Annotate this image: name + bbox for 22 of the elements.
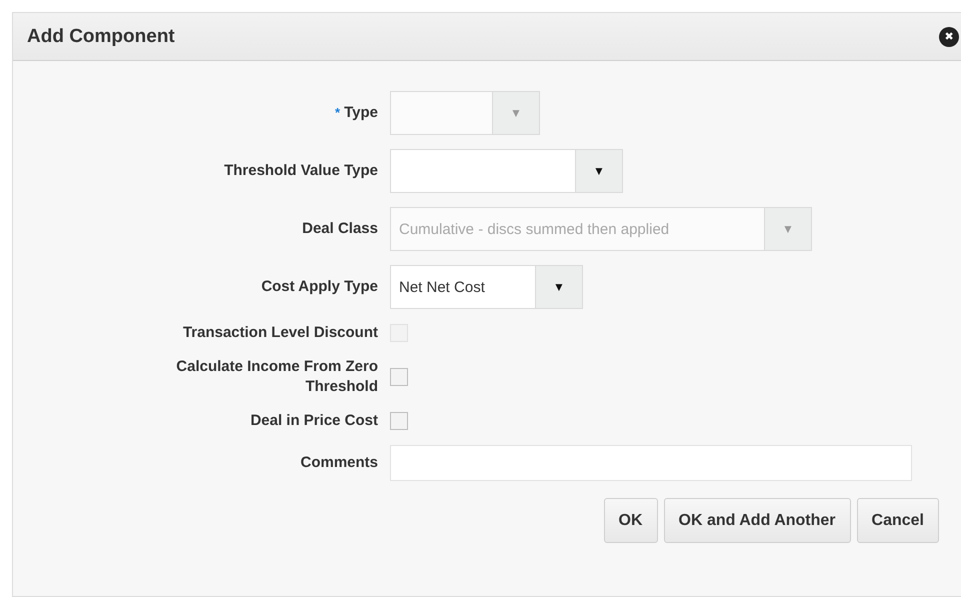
dialog-title: Add Component — [27, 26, 175, 48]
field-label: Calculate Income From Zero Threshold — [175, 357, 378, 397]
field-label: * Type — [335, 103, 378, 123]
field-label: Threshold Value Type — [224, 161, 378, 181]
field-label: Comments — [300, 453, 378, 473]
checkbox[interactable] — [390, 412, 408, 430]
caret-icon: ▼ — [553, 280, 565, 294]
field-label: Cost Apply Type — [261, 277, 378, 297]
caret-icon: ▼ — [782, 222, 794, 236]
close-button[interactable]: ✖ — [939, 26, 959, 46]
dialog-button[interactable]: OK and Add Another — [664, 498, 851, 543]
dropdown-field[interactable]: Net Net Cost ▼ — [390, 265, 583, 309]
comments-field[interactable] — [390, 445, 912, 481]
field-label: Deal Class — [302, 219, 378, 239]
dialog-button[interactable]: OK — [604, 498, 658, 543]
field-label: Deal in Price Cost — [250, 411, 378, 431]
caret-icon: ▼ — [593, 164, 605, 178]
field-label: Transaction Level Discount — [182, 323, 378, 343]
dialog-button[interactable]: Cancel — [856, 498, 939, 543]
checkbox[interactable] — [390, 368, 408, 386]
caret-icon: ▼ — [510, 106, 522, 120]
dropdown-field[interactable]: ▼ — [390, 149, 623, 193]
